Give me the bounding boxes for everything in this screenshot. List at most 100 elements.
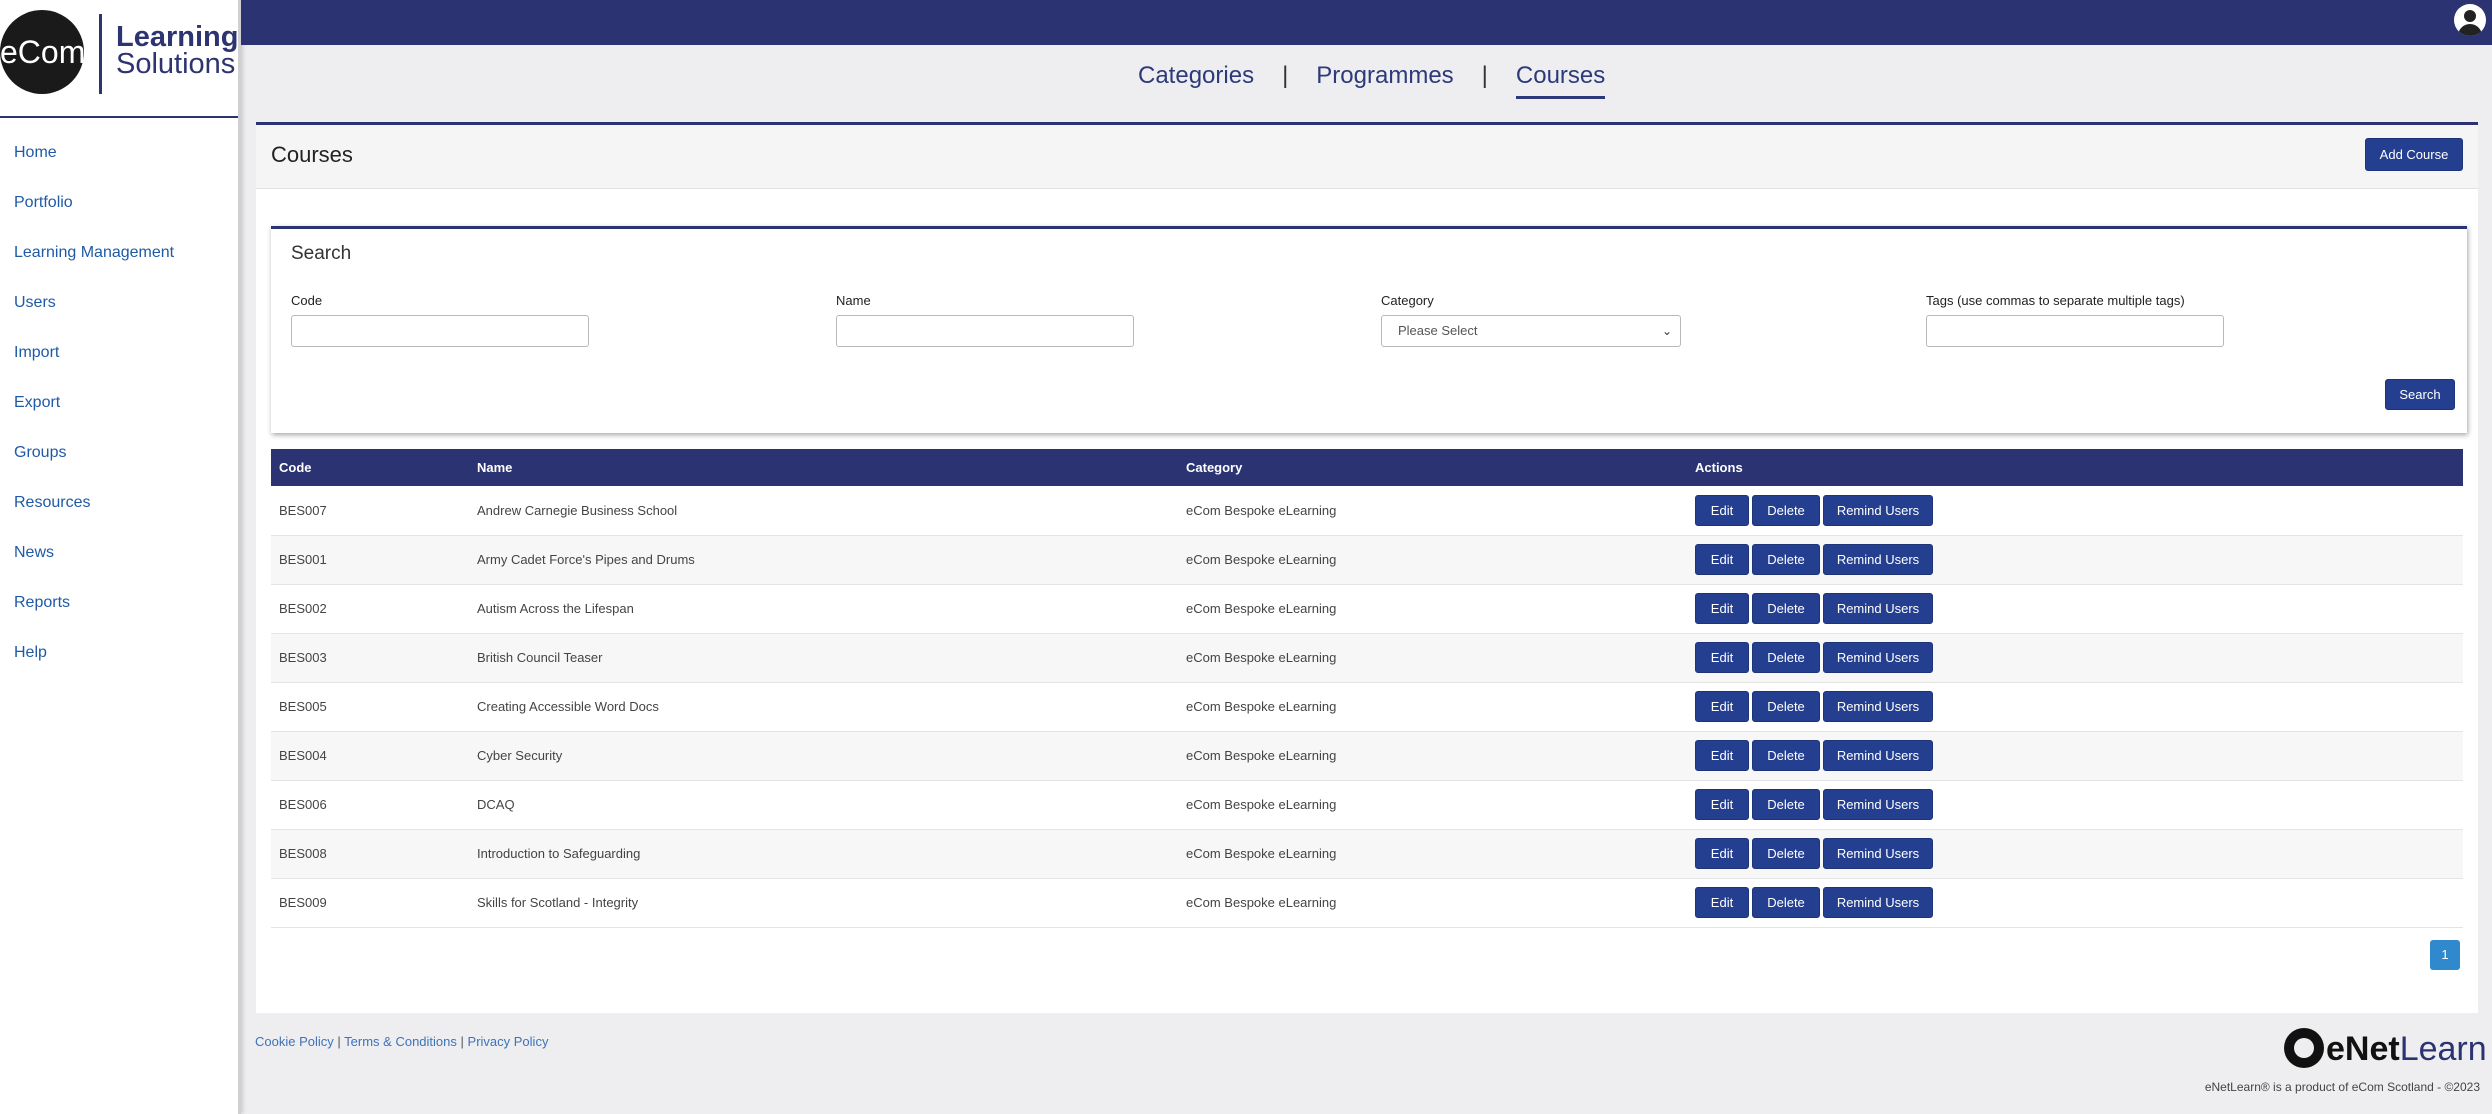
code-label: Code — [291, 293, 323, 308]
tab-courses[interactable]: Courses — [1515, 62, 1606, 99]
cell-code: BES005 — [279, 699, 327, 714]
page-title: Courses — [271, 142, 353, 167]
footer-separator: | — [337, 1034, 341, 1049]
cell-category: eCom Bespoke eLearning — [1186, 552, 1337, 567]
edit-button[interactable]: Edit — [1695, 691, 1749, 722]
avatar-head — [2464, 10, 2476, 22]
column-header-code: Code — [279, 460, 312, 475]
logo[interactable]: eCom Learning Solutions — [0, 0, 238, 118]
cell-code: BES006 — [279, 797, 327, 812]
privacy-policy-link[interactable]: Privacy Policy — [468, 1034, 549, 1049]
delete-button[interactable]: Delete — [1752, 838, 1820, 869]
tab-categories[interactable]: Categories — [1138, 62, 1254, 96]
edit-button[interactable]: Edit — [1695, 838, 1749, 869]
logo-mark: eCom — [0, 10, 85, 94]
page-1-button[interactable]: 1 — [2430, 940, 2460, 970]
cell-code: BES001 — [279, 552, 327, 567]
brand-bold: eNet — [2326, 1030, 2400, 1068]
sidebar-item-users[interactable]: Users — [0, 283, 238, 333]
delete-button[interactable]: Delete — [1752, 593, 1820, 624]
terms-link[interactable]: Terms & Conditions — [344, 1034, 457, 1049]
sidebar-item-portfolio[interactable]: Portfolio — [0, 183, 238, 233]
top-bar — [241, 0, 2492, 45]
search-button[interactable]: Search — [2385, 379, 2455, 410]
column-header-actions: Actions — [1695, 460, 1743, 475]
sidebar-item-reports[interactable]: Reports — [0, 583, 238, 633]
delete-button[interactable]: Delete — [1752, 691, 1820, 722]
remind-users-button[interactable]: Remind Users — [1823, 740, 1933, 771]
sidebar-item-learning-management[interactable]: Learning Management — [0, 233, 238, 283]
code-field: Code — [291, 293, 589, 347]
sidebar-item-resources[interactable]: Resources — [0, 483, 238, 533]
enetlearn-brand: eNetLearn — [2284, 1028, 2487, 1068]
category-field: Category Please Select ⌄ — [1381, 293, 1681, 347]
cell-code: BES009 — [279, 895, 327, 910]
cell-name: Cyber Security — [477, 748, 563, 763]
sidebar-item-help[interactable]: Help — [0, 633, 238, 683]
user-avatar-icon[interactable] — [2454, 4, 2486, 36]
edit-button[interactable]: Edit — [1695, 887, 1749, 918]
remind-users-button[interactable]: Remind Users — [1823, 887, 1933, 918]
sidebar: eCom Learning Solutions Home Portfolio L… — [0, 0, 241, 1114]
cell-code: BES004 — [279, 748, 327, 763]
remind-users-button[interactable]: Remind Users — [1823, 544, 1933, 575]
delete-button[interactable]: Delete — [1752, 789, 1820, 820]
delete-button[interactable]: Delete — [1752, 740, 1820, 771]
sidebar-item-import[interactable]: Import — [0, 333, 238, 383]
edit-button[interactable]: Edit — [1695, 544, 1749, 575]
remind-users-button[interactable]: Remind Users — [1823, 789, 1933, 820]
edit-button[interactable]: Edit — [1695, 642, 1749, 673]
tab-separator: | — [1282, 62, 1289, 89]
cell-name: Introduction to Safeguarding — [477, 846, 641, 861]
cell-category: eCom Bespoke eLearning — [1186, 797, 1337, 812]
code-input[interactable] — [291, 315, 589, 347]
delete-button[interactable]: Delete — [1752, 494, 1820, 526]
courses-panel: Courses Add Course Search Code Name Cate… — [256, 122, 2478, 1013]
brand-light: Learn — [2399, 1030, 2487, 1068]
sidebar-item-export[interactable]: Export — [0, 383, 238, 433]
cell-category: eCom Bespoke eLearning — [1186, 650, 1337, 665]
cell-name: Skills for Scotland - Integrity — [477, 895, 639, 910]
name-input[interactable] — [836, 315, 1134, 347]
remind-users-button[interactable]: Remind Users — [1823, 838, 1933, 869]
edit-button[interactable]: Edit — [1695, 740, 1749, 771]
tags-label: Tags (use commas to separate multiple ta… — [1926, 293, 2185, 308]
logo-line2: Solutions — [116, 48, 236, 80]
edit-button[interactable]: Edit — [1695, 494, 1749, 526]
sidebar-item-news[interactable]: News — [0, 533, 238, 583]
remind-users-button[interactable]: Remind Users — [1823, 691, 1933, 722]
edit-button[interactable]: Edit — [1695, 789, 1749, 820]
remind-users-button[interactable]: Remind Users — [1823, 494, 1933, 526]
cell-name: Andrew Carnegie Business School — [477, 502, 678, 518]
cookie-policy-link[interactable]: Cookie Policy — [255, 1034, 334, 1049]
cell-actions: Edit Delete Remind Users — [1687, 878, 2463, 927]
cell-code: BES007 — [279, 502, 327, 518]
tags-input[interactable] — [1926, 315, 2224, 347]
table-row: BES005 Creating Accessible Word Docs eCo… — [271, 682, 2463, 731]
delete-button[interactable]: Delete — [1752, 642, 1820, 673]
edit-button[interactable]: Edit — [1695, 593, 1749, 624]
cell-name: British Council Teaser — [477, 650, 603, 665]
cell-name: Creating Accessible Word Docs — [477, 699, 659, 714]
remind-users-button[interactable]: Remind Users — [1823, 642, 1933, 673]
sidebar-item-home[interactable]: Home — [0, 133, 238, 183]
name-label: Name — [836, 293, 871, 308]
avatar-body — [2458, 24, 2482, 36]
remind-users-button[interactable]: Remind Users — [1823, 593, 1933, 624]
table-header-row: Code Name Category Actions — [271, 449, 2463, 486]
category-select[interactable]: Please Select ⌄ — [1381, 315, 1681, 347]
tab-programmes[interactable]: Programmes — [1316, 62, 1453, 96]
cell-category: eCom Bespoke eLearning — [1186, 846, 1337, 861]
logo-line1: Learning — [116, 21, 239, 53]
table-row: BES006 DCAQ eCom Bespoke eLearning Edit D… — [271, 780, 2463, 829]
table-row: BES004 Cyber Security eCom Bespoke eLear… — [271, 731, 2463, 780]
cell-name: Autism Across the Lifespan — [477, 601, 634, 616]
cell-code: BES002 — [279, 601, 327, 616]
search-card: Search Code Name Category Please Select … — [271, 226, 2467, 433]
delete-button[interactable]: Delete — [1752, 544, 1820, 575]
add-course-button[interactable]: Add Course — [2365, 138, 2463, 171]
sidebar-item-groups[interactable]: Groups — [0, 433, 238, 483]
table-row: BES002 Autism Across the Lifespan eCom B… — [271, 584, 2463, 633]
delete-button[interactable]: Delete — [1752, 887, 1820, 918]
cell-actions: Edit Delete Remind Users — [1687, 584, 2463, 633]
